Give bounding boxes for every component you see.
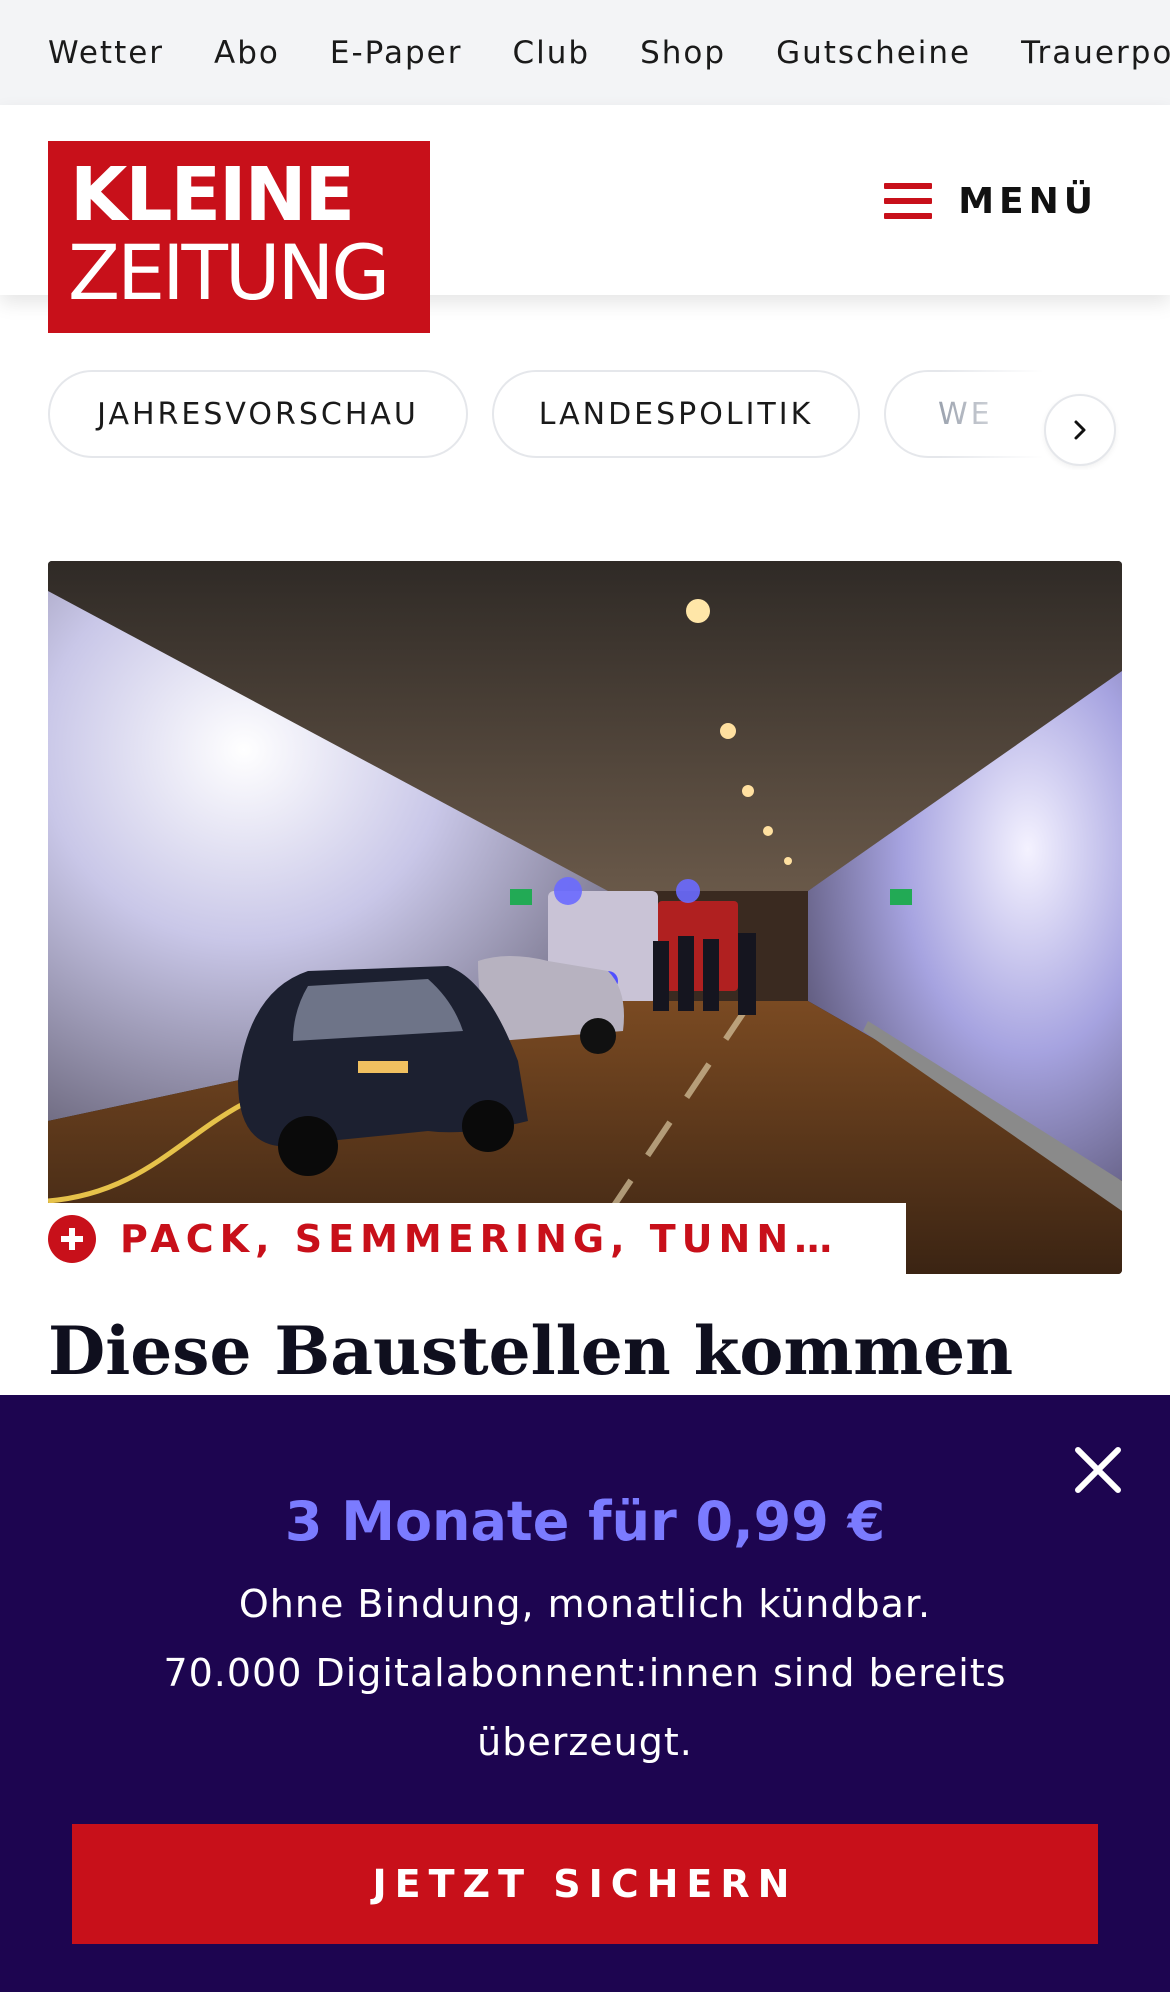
chip-next-button[interactable]: [1044, 394, 1116, 466]
site-header: KLEINE ZEITUNG MENÜ: [0, 105, 1170, 333]
chip-landespolitik[interactable]: LANDESPOLITIK: [492, 370, 860, 458]
article-kicker: PACK, SEMMERING, TUNNELKET…: [48, 1203, 906, 1275]
promo-line-2: 70.000 Digitalabonnent:innen sind bereit…: [163, 1651, 1007, 1764]
nav-link-gutscheine[interactable]: Gutscheine: [776, 35, 971, 71]
top-utility-nav-list: Wetter Abo E-Paper Club Shop Gutscheine …: [48, 0, 1170, 105]
nav-link-club[interactable]: Club: [512, 35, 590, 71]
nav-link-wetter[interactable]: Wetter: [48, 35, 164, 71]
nav-link-trauerportal[interactable]: Trauerportal: [1021, 35, 1170, 71]
logo-text-zeitung: ZEITUNG: [68, 228, 390, 317]
promo-line-1: Ohne Bindung, monatlich kündbar.: [238, 1582, 932, 1626]
nav-link-abo[interactable]: Abo: [214, 35, 280, 71]
plus-icon: [48, 1215, 96, 1263]
promo-body: Ohne Bindung, monatlich kündbar. 70.000 …: [140, 1570, 1030, 1777]
article-headline[interactable]: Diese Baustellen kommen: [48, 1310, 1122, 1392]
top-utility-nav: Wetter Abo E-Paper Club Shop Gutscheine …: [0, 0, 1170, 105]
logo-text-kleine: KLEINE: [70, 152, 355, 238]
chevron-right-icon: [1074, 420, 1086, 440]
article-kicker-text: PACK, SEMMERING, TUNNELKET…: [120, 1217, 860, 1261]
chip-jahresvorschau[interactable]: JAHRESVORSCHAU: [48, 370, 468, 458]
menu-button[interactable]: MENÜ: [884, 165, 1098, 237]
promo-cta-label: JETZT SICHERN: [372, 1862, 798, 1906]
nav-link-shop[interactable]: Shop: [640, 35, 726, 71]
promo-title: 3 Monate für 0,99 €: [284, 1490, 886, 1553]
article-hero-image[interactable]: [48, 561, 1122, 1274]
site-logo[interactable]: KLEINE ZEITUNG: [48, 141, 430, 333]
hamburger-icon: [884, 183, 933, 219]
promo-close-button[interactable]: [1072, 1444, 1124, 1496]
topic-chip-bar: JAHRESVORSCHAU LANDESPOLITIK WE: [0, 360, 1170, 470]
nav-link-epaper[interactable]: E-Paper: [330, 35, 463, 71]
close-icon: [1075, 1447, 1121, 1493]
promo-cta-button[interactable]: JETZT SICHERN: [72, 1824, 1098, 1944]
menu-label: MENÜ: [958, 180, 1098, 222]
